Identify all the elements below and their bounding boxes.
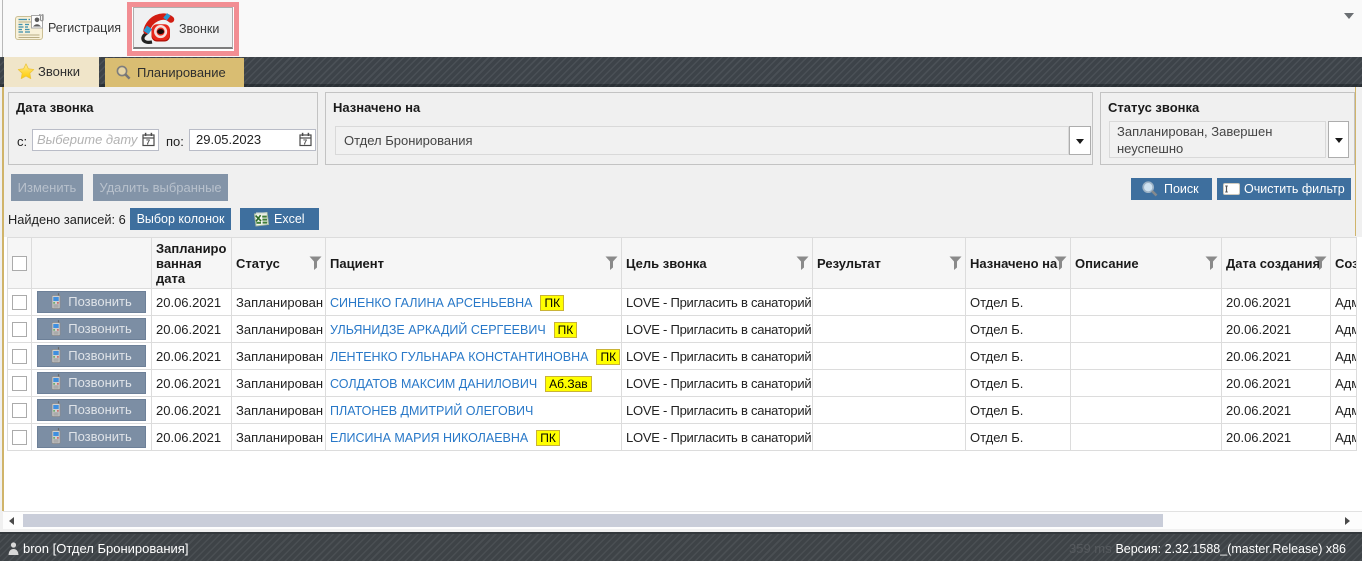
svg-text:7: 7: [146, 137, 150, 146]
svg-text:7: 7: [303, 137, 307, 146]
